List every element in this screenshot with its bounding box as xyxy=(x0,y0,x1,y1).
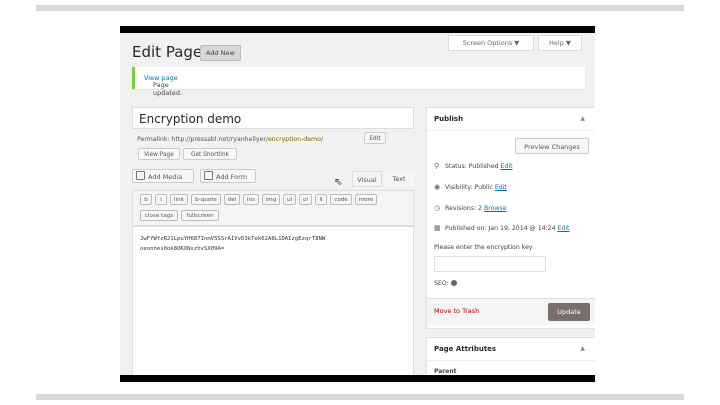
add-form-button[interactable]: Add Form xyxy=(200,169,256,183)
publish-box-title: Publish xyxy=(434,115,464,123)
form-icon xyxy=(204,171,213,180)
encryption-key-label: Please enter the encryption key xyxy=(434,244,533,251)
status-edit-link[interactable]: Edit xyxy=(501,163,513,170)
preview-changes-button[interactable]: Preview Changes xyxy=(515,138,589,154)
eye-icon: ◉ xyxy=(434,183,441,191)
notice-text: Page updated. View page xyxy=(144,74,183,97)
visibility-edit-link[interactable]: Edit xyxy=(495,184,507,191)
status-row: ⚲ Status: Published Edit xyxy=(434,162,513,170)
quicktag-fullscreen[interactable]: fullscreen xyxy=(181,210,219,221)
update-notice: Page updated. View page xyxy=(132,67,585,97)
encryption-key-input[interactable] xyxy=(434,256,546,272)
collapse-icon[interactable]: ▲ xyxy=(580,115,585,122)
quicktag-i[interactable]: i xyxy=(155,194,167,205)
publish-box-header[interactable]: Publish ▲ xyxy=(427,108,595,131)
publish-footer: Move to Trash Update xyxy=(427,298,595,325)
quicktag-ul[interactable]: ul xyxy=(283,194,296,205)
published-edit-link[interactable]: Edit xyxy=(558,225,570,232)
clock-icon: ◷ xyxy=(434,204,441,212)
video-top-bar xyxy=(36,5,684,11)
revisions-row: ◷ Revisions: 2 Browse xyxy=(434,204,507,212)
permalink-edit-button[interactable]: Edit xyxy=(364,132,386,144)
quicktag-link[interactable]: link xyxy=(170,194,188,205)
quicktag-code[interactable]: code xyxy=(330,194,352,205)
quicktag-more[interactable]: more xyxy=(355,194,377,205)
page-attributes-title: Page Attributes xyxy=(434,345,497,353)
parent-label: Parent xyxy=(434,368,457,375)
permalink: Permalink: http://pressabl.net/ryanhelly… xyxy=(137,136,323,143)
screen-options-button[interactable]: Screen Options ▼ xyxy=(448,35,534,51)
pin-icon: ⚲ xyxy=(434,162,440,170)
page-title: Edit Page xyxy=(132,43,203,61)
wp-admin-screen: Edit Page Add New Screen Options ▼ Help … xyxy=(120,33,595,375)
view-page-button[interactable]: View Page xyxy=(138,148,180,160)
quicktag-close-tags[interactable]: close tags xyxy=(140,210,178,221)
move-to-trash-link[interactable]: Move to Trash xyxy=(434,307,479,315)
media-icon xyxy=(136,171,145,180)
add-new-button[interactable]: Add New xyxy=(200,45,241,61)
help-button[interactable]: Help ▼ xyxy=(538,35,582,51)
tab-text[interactable]: Text xyxy=(384,171,414,187)
post-title-input[interactable]: Encryption demo xyxy=(132,107,414,129)
get-shortlink-button[interactable]: Get Shortlink xyxy=(183,148,237,160)
quicktag-del[interactable]: del xyxy=(224,194,240,205)
quicktags-toolbar: b i link b-quote del ins img ul ol li co… xyxy=(132,190,414,226)
calendar-icon: ▦ xyxy=(434,224,441,232)
quicktag-b-quote[interactable]: b-quote xyxy=(191,194,221,205)
update-button[interactable]: Update xyxy=(548,303,590,321)
visibility-row: ◉ Visibility: Public Edit xyxy=(434,183,507,191)
quicktag-ins[interactable]: ins xyxy=(243,194,259,205)
page-attributes-header[interactable]: Page Attributes ▲ xyxy=(427,338,595,361)
editor-content[interactable]: JwFYWfzR21LpuYH687InmV5SSrAIVvD3kTek62A8… xyxy=(140,234,408,254)
video-bottom-bar xyxy=(36,394,684,400)
tab-visual[interactable]: Visual xyxy=(352,171,382,187)
collapse-icon[interactable]: ▲ xyxy=(580,345,585,352)
seo-status-dot xyxy=(450,280,457,286)
quicktag-b[interactable]: b xyxy=(140,194,152,205)
add-media-button[interactable]: Add Media xyxy=(132,169,194,183)
quicktag-img[interactable]: img xyxy=(262,194,280,205)
page-attributes-box: Page Attributes ▲ Parent xyxy=(426,337,595,375)
permalink-slug[interactable]: encryption-demo xyxy=(267,136,321,143)
published-row: ▦ Published on: Jan 19, 2014 @ 14:24 Edit xyxy=(434,224,570,232)
quicktag-li[interactable]: li xyxy=(315,194,327,205)
mouse-cursor-icon: ⇖ xyxy=(334,177,343,188)
publish-box: Publish ▲ Preview Changes ⚲ Status: Publi… xyxy=(426,107,595,329)
quicktag-ol[interactable]: ol xyxy=(299,194,312,205)
content-editor[interactable]: JwFYWfzR21LpuYH687InmV5SSrAIVvD3kTek62A8… xyxy=(132,226,414,375)
seo-row: SEO: xyxy=(434,280,457,287)
revisions-browse-link[interactable]: Browse xyxy=(484,205,507,212)
